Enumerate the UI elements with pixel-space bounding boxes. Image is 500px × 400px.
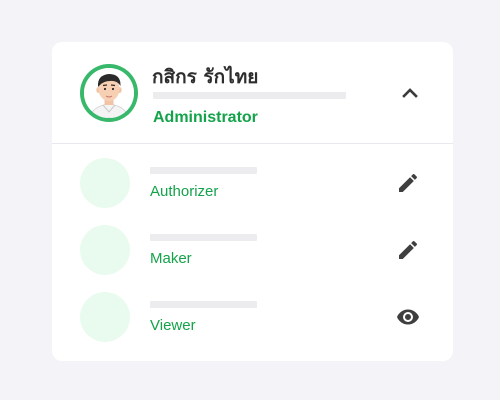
role-avatar-placeholder [80, 292, 130, 342]
role-row-maker[interactable]: Maker [52, 225, 453, 285]
role-avatar-placeholder [80, 158, 130, 208]
pencil-icon[interactable] [396, 238, 420, 262]
role-label: Authorizer [150, 183, 219, 200]
role-label: Viewer [150, 317, 196, 334]
avatar-image [84, 68, 134, 118]
eye-icon[interactable] [396, 305, 420, 329]
user-header: กสิกร รักไทย Administrator [52, 42, 453, 144]
role-label: Maker [150, 250, 192, 267]
user-roles-card: กสิกร รักไทย Administrator Authorizer Ma… [52, 42, 453, 361]
placeholder-bar [150, 167, 257, 174]
role-row-authorizer[interactable]: Authorizer [52, 158, 453, 218]
role-avatar-placeholder [80, 225, 130, 275]
placeholder-bar [153, 92, 346, 99]
pencil-icon[interactable] [396, 171, 420, 195]
avatar [80, 64, 138, 122]
chevron-up-icon[interactable] [400, 86, 420, 100]
placeholder-bar [150, 301, 257, 308]
user-role: Administrator [153, 109, 258, 126]
role-row-viewer[interactable]: Viewer [52, 292, 453, 352]
placeholder-bar [150, 234, 257, 241]
user-name: กสิกร รักไทย [152, 66, 259, 88]
